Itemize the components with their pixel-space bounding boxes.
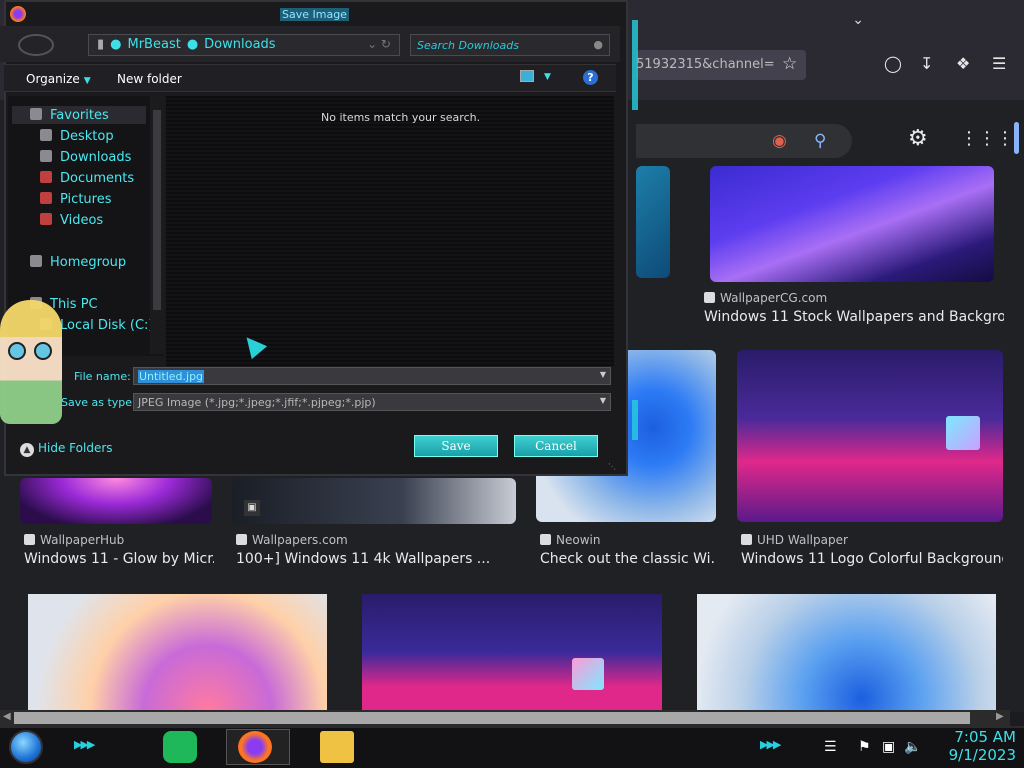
result-source-4[interactable]: Neowin xyxy=(540,533,600,547)
search-icon: ● xyxy=(593,38,603,51)
scroll-thumb[interactable] xyxy=(14,712,970,724)
start-button[interactable] xyxy=(9,730,43,764)
lens-icon[interactable]: ◉ xyxy=(772,131,787,151)
nav-homegroup[interactable]: Homegroup xyxy=(30,255,126,270)
downloads-icon[interactable]: ↧ xyxy=(920,54,933,73)
url-text: 51932315&channel= xyxy=(636,57,775,72)
frame-accent-right-lower xyxy=(632,400,638,440)
result-title-5[interactable]: Windows 11 Logo Colorful Background... xyxy=(741,551,1003,567)
result-image-8[interactable] xyxy=(697,594,996,710)
firefox-taskbar-icon[interactable] xyxy=(238,731,272,763)
chevron-up-icon: ▲ xyxy=(20,443,34,457)
file-explorer-icon[interactable] xyxy=(320,731,354,763)
nav-videos[interactable]: Videos xyxy=(40,213,103,228)
nav-scrollbar[interactable] xyxy=(150,96,164,354)
search-icon[interactable]: ⚲ xyxy=(814,131,826,151)
system-clock[interactable]: 7:05 AM 9/1/2023 xyxy=(930,728,1016,764)
result-image-partial[interactable] xyxy=(636,166,670,278)
result-title-2[interactable]: Windows 11 - Glow by Micr... xyxy=(24,551,214,567)
result-image-7[interactable] xyxy=(362,594,662,710)
address-bar[interactable]: 51932315&channel= xyxy=(636,50,806,80)
nav-favorites[interactable]: Favorites xyxy=(30,108,109,123)
windows-logo-icon xyxy=(946,416,980,450)
result-image-5[interactable] xyxy=(737,350,1003,522)
keyboard-icon[interactable]: ☰ xyxy=(824,739,837,755)
file-list-area[interactable] xyxy=(166,96,614,366)
result-image-2[interactable] xyxy=(20,478,212,524)
flag-icon[interactable]: ⚑ xyxy=(858,739,871,755)
pictures-icon xyxy=(40,192,52,204)
clock-time: 7:05 AM xyxy=(954,728,1016,746)
save-button[interactable]: Save xyxy=(414,435,498,457)
file-name-input[interactable]: Untitled.jpg ▼ xyxy=(133,367,611,385)
image-icon: ▣ xyxy=(244,500,260,516)
chevron-down-icon[interactable]: ⌄ xyxy=(852,12,864,28)
windows-logo-icon xyxy=(572,658,604,690)
desktop-icon xyxy=(40,129,52,141)
save-type-label: Save as type: xyxy=(61,396,136,409)
nav-pictures[interactable]: Pictures xyxy=(40,192,111,207)
breadcrumb-mrbeast[interactable]: MrBeast xyxy=(128,37,181,52)
dialog-title: Save Image xyxy=(280,8,349,21)
cancel-button[interactable]: Cancel xyxy=(514,435,598,457)
network-icon[interactable]: ▣ xyxy=(882,739,895,755)
help-icon[interactable]: ? xyxy=(583,70,598,85)
hide-folders-button[interactable]: ▲ Hide Folders xyxy=(20,441,113,457)
extensions-icon[interactable]: ❖ xyxy=(956,54,970,73)
result-source-3[interactable]: Wallpapers.com xyxy=(236,533,348,547)
view-dropdown-icon[interactable]: ▼ xyxy=(544,72,551,82)
volume-icon[interactable]: 🔈 xyxy=(904,739,921,755)
view-options-icon[interactable] xyxy=(520,70,534,82)
result-image-1[interactable] xyxy=(710,166,994,282)
bookmark-star-icon[interactable]: ☆ xyxy=(782,54,797,74)
result-image-3[interactable]: ▣ xyxy=(232,478,516,524)
result-title-1[interactable]: Windows 11 Stock Wallpapers and Backgrou… xyxy=(704,309,1004,325)
save-type-select[interactable]: JPEG Image (*.jpg;*.jpeg;*.jfif;*.pjpeg;… xyxy=(133,393,611,411)
nav-documents[interactable]: Documents xyxy=(40,171,134,186)
pocket-icon[interactable]: ◯ xyxy=(884,54,902,73)
taskbar-decoration: ▶▶▶ xyxy=(74,738,95,751)
result-source-1[interactable]: WallpaperCG.com xyxy=(704,291,827,305)
save-type-dropdown-icon[interactable]: ▼ xyxy=(600,396,606,405)
result-title-4[interactable]: Check out the classic Wi... xyxy=(540,551,716,567)
documents-icon xyxy=(40,171,52,183)
nav-downloads[interactable]: Downloads xyxy=(40,150,131,165)
firefox-icon xyxy=(10,6,26,22)
nav-desktop[interactable]: Desktop xyxy=(40,129,114,144)
result-source-5[interactable]: UHD Wallpaper xyxy=(741,533,848,547)
folder-icon: ▮ xyxy=(97,37,105,52)
result-title-3[interactable]: 100+] Windows 11 4k Wallpapers ... xyxy=(236,551,516,567)
breadcrumb-downloads[interactable]: Downloads xyxy=(204,37,275,52)
apps-grid-icon[interactable]: ⋮⋮⋮ xyxy=(960,128,1014,149)
resize-grip-icon[interactable]: ⋱ xyxy=(608,462,616,471)
favorites-star-icon xyxy=(30,108,42,120)
menu-icon[interactable]: ☰ xyxy=(992,54,1006,73)
page-scrollbar[interactable] xyxy=(1010,100,1024,712)
settings-gear-icon[interactable]: ⚙ xyxy=(908,126,928,151)
organize-button[interactable]: Organize ▼ xyxy=(26,72,91,86)
file-name-dropdown-icon[interactable]: ▼ xyxy=(600,370,606,379)
refresh-icon[interactable]: ⌄ ↻ xyxy=(367,37,391,51)
frame-accent-right xyxy=(632,20,638,110)
scroll-left-icon[interactable]: ◀ xyxy=(3,711,11,722)
address-breadcrumb[interactable]: ▮ ● MrBeast ● Downloads ⌄ ↻ xyxy=(88,34,400,56)
horizontal-scrollbar[interactable]: ◀ ▶ xyxy=(0,710,1010,726)
downloads-folder-icon xyxy=(40,150,52,162)
taskbar-decoration-right: ▶▶▶ xyxy=(760,738,781,751)
desktop-character-sticker xyxy=(0,300,62,424)
chat-app-icon[interactable] xyxy=(163,731,197,763)
search-input[interactable]: Search Downloads ● xyxy=(410,34,610,56)
file-name-label: File name: xyxy=(74,370,131,383)
scroll-right-icon[interactable]: ▶ xyxy=(996,711,1004,722)
result-image-6[interactable] xyxy=(28,594,327,710)
videos-icon xyxy=(40,213,52,225)
clock-date: 9/1/2023 xyxy=(948,746,1016,764)
back-forward-orb-icon[interactable] xyxy=(18,34,54,56)
homegroup-icon xyxy=(30,255,42,267)
new-folder-button[interactable]: New folder xyxy=(117,72,182,86)
result-source-2[interactable]: WallpaperHub xyxy=(24,533,124,547)
empty-message: No items match your search. xyxy=(321,111,481,124)
